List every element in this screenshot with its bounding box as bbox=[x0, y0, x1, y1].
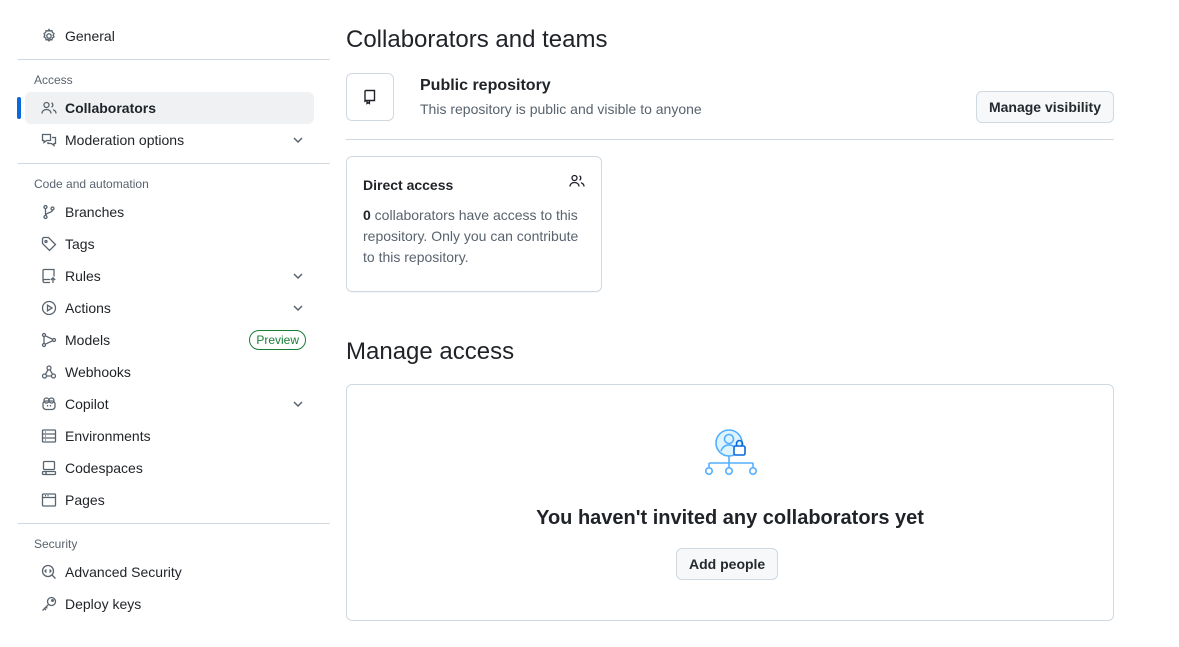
server-icon bbox=[41, 428, 57, 444]
sidebar-item-label: Advanced Security bbox=[65, 564, 182, 580]
manage-access-box: You haven't invited any collaborators ye… bbox=[346, 384, 1114, 621]
git-branch-icon bbox=[41, 204, 57, 220]
tag-icon bbox=[41, 236, 57, 252]
sidebar-item-label: Rules bbox=[65, 268, 101, 284]
comment-discussion-icon bbox=[41, 132, 57, 148]
sidebar-item-collaborators[interactable]: Collaborators bbox=[17, 92, 314, 124]
sidebar-item-tags[interactable]: Tags bbox=[25, 228, 314, 260]
sidebar-item-label: General bbox=[65, 28, 115, 44]
webhook-icon bbox=[41, 364, 57, 380]
models-icon bbox=[41, 332, 57, 348]
sidebar-item-label: Codespaces bbox=[65, 460, 143, 476]
sidebar-item-models[interactable]: Models Preview bbox=[25, 324, 314, 356]
sidebar-item-label: Pages bbox=[65, 492, 105, 508]
sidebar-item-webhooks[interactable]: Webhooks bbox=[25, 356, 314, 388]
direct-access-text: collaborators have access to this reposi… bbox=[363, 207, 579, 265]
sidebar-item-actions[interactable]: Actions bbox=[25, 292, 314, 324]
gear-icon bbox=[41, 28, 57, 44]
divider bbox=[18, 523, 330, 524]
chevron-down-icon[interactable] bbox=[290, 132, 306, 148]
chevron-down-icon[interactable] bbox=[290, 268, 306, 284]
people-icon bbox=[41, 100, 57, 116]
empty-state-title: You haven't invited any collaborators ye… bbox=[536, 507, 924, 529]
sidebar-item-label: Tags bbox=[65, 236, 95, 252]
repo-visibility-description: This repository is public and visible to… bbox=[420, 101, 702, 117]
sidebar-item-label: Webhooks bbox=[65, 364, 131, 380]
direct-access-title: Direct access bbox=[363, 177, 454, 193]
collaborator-count: 0 bbox=[363, 207, 371, 223]
divider bbox=[18, 163, 330, 164]
direct-access-card: Direct access 0 collaborators have acces… bbox=[346, 156, 602, 292]
chevron-down-icon[interactable] bbox=[290, 300, 306, 316]
preview-badge: Preview bbox=[249, 330, 306, 350]
sidebar-item-label: Models bbox=[65, 332, 111, 348]
add-people-button[interactable]: Add people bbox=[676, 548, 779, 580]
sidebar-item-advanced-security[interactable]: Advanced Security bbox=[25, 556, 314, 588]
manage-access-title: Manage access bbox=[346, 338, 515, 365]
settings-sidebar: General Access Collaborators Moderation … bbox=[17, 20, 330, 620]
collaborators-illustration-icon bbox=[704, 429, 757, 475]
sidebar-item-rules[interactable]: Rules bbox=[25, 260, 314, 292]
sidebar-item-environments[interactable]: Environments bbox=[25, 420, 314, 452]
sidebar-item-moderation[interactable]: Moderation options bbox=[25, 124, 314, 156]
sidebar-item-label: Collaborators bbox=[65, 100, 157, 116]
key-icon bbox=[41, 596, 57, 612]
manage-visibility-button[interactable]: Manage visibility bbox=[975, 91, 1114, 123]
codescan-icon bbox=[41, 564, 57, 580]
divider bbox=[18, 59, 330, 60]
page-title: Collaborators and teams bbox=[346, 26, 608, 53]
main-content: Collaborators and teams Public repositor… bbox=[346, 20, 1114, 621]
sidebar-item-label: Actions bbox=[65, 300, 111, 316]
sidebar-item-label: Environments bbox=[65, 428, 151, 444]
chevron-down-icon[interactable] bbox=[290, 396, 306, 412]
sidebar-item-general[interactable]: General bbox=[25, 20, 314, 52]
sidebar-item-label: Moderation options bbox=[65, 132, 185, 148]
repo-icon bbox=[346, 73, 394, 121]
play-icon bbox=[41, 300, 57, 316]
sidebar-item-label: Branches bbox=[65, 204, 125, 220]
people-icon bbox=[569, 174, 585, 187]
copilot-icon bbox=[41, 396, 57, 412]
sidebar-item-label: Copilot bbox=[65, 396, 109, 412]
sidebar-heading-code: Code and automation bbox=[34, 177, 149, 191]
sidebar-item-label: Deploy keys bbox=[65, 596, 142, 612]
sidebar-heading-security: Security bbox=[34, 537, 78, 551]
sidebar-item-pages[interactable]: Pages bbox=[25, 484, 314, 516]
repo-visibility-row: Public repository This repository is pub… bbox=[346, 73, 1114, 140]
sidebar-heading-access: Access bbox=[34, 73, 73, 87]
codespaces-icon bbox=[41, 460, 57, 476]
browser-icon bbox=[41, 492, 57, 508]
repo-push-icon bbox=[41, 268, 57, 284]
direct-access-description: 0 collaborators have access to this repo… bbox=[363, 205, 585, 268]
sidebar-item-codespaces[interactable]: Codespaces bbox=[25, 452, 314, 484]
repo-visibility-title: Public repository bbox=[420, 77, 551, 94]
sidebar-item-branches[interactable]: Branches bbox=[25, 196, 314, 228]
sidebar-item-copilot[interactable]: Copilot bbox=[25, 388, 314, 420]
sidebar-item-deploy-keys[interactable]: Deploy keys bbox=[25, 588, 314, 620]
